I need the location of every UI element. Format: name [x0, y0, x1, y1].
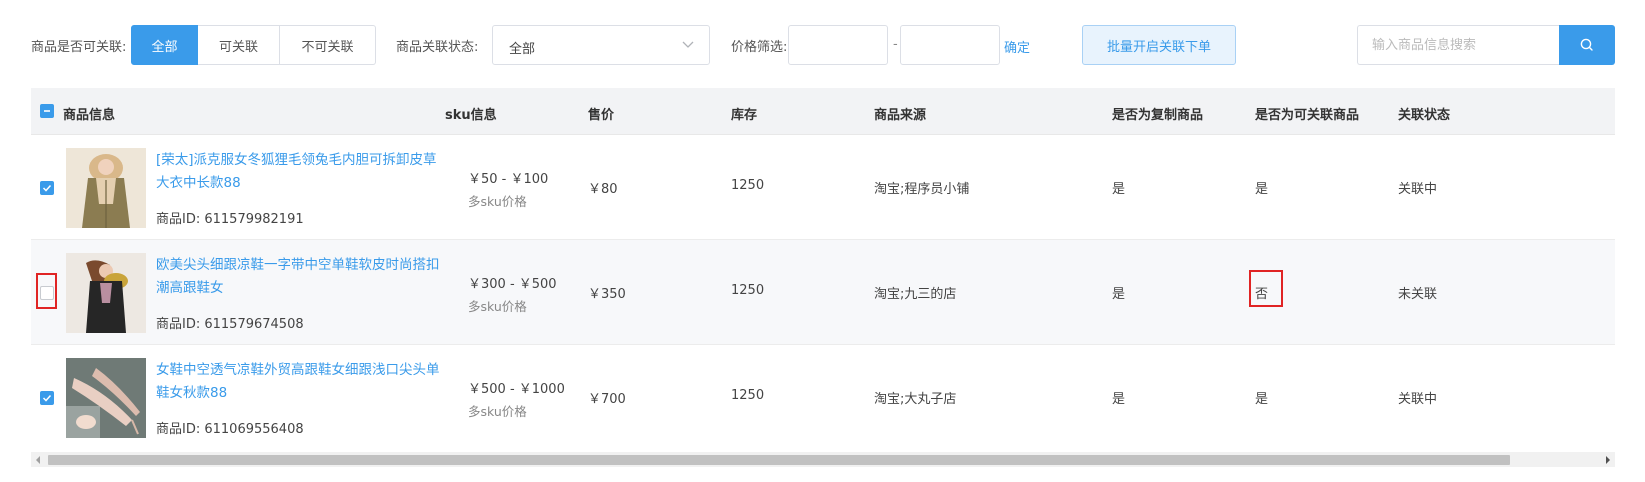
stock-value: 1250: [731, 283, 765, 298]
high-heels-image-icon: [66, 358, 146, 438]
linkable-option-all[interactable]: 全部: [131, 25, 198, 65]
table-row: 欧美尖头细跟凉鞋一字带中空单鞋软皮时尚搭扣潮高跟鞋女 商品ID: 6115796…: [31, 240, 1615, 345]
source-value: 淘宝;大丸子店: [874, 392, 957, 407]
header-product-info: 商品信息: [63, 108, 116, 123]
sku-price-range: ￥50 - ￥100: [468, 172, 549, 187]
link-status-filter-label: 商品关联状态:: [396, 40, 479, 55]
header-source: 商品来源: [874, 108, 927, 123]
source-value: 淘宝;九三的店: [874, 287, 957, 302]
product-thumbnail[interactable]: [66, 253, 146, 333]
select-all-checkbox[interactable]: [40, 104, 54, 118]
product-id: 商品ID: 611579674508: [156, 317, 304, 332]
linkable-filter-label: 商品是否可关联:: [31, 40, 127, 55]
is-copy-value: 是: [1112, 392, 1126, 407]
source-value: 淘宝;程序员小铺: [874, 182, 970, 197]
check-icon: [42, 394, 52, 402]
header-price: 售价: [588, 108, 615, 123]
table-row: [荣太]派克服女冬狐狸毛领兔毛内胆可拆卸皮草大衣中长款88 商品ID: 6115…: [31, 135, 1615, 240]
horizontal-scrollbar[interactable]: [31, 452, 1615, 467]
linkable-option-not-linkable[interactable]: 不可关联: [280, 25, 376, 65]
row-checkbox[interactable]: [40, 391, 54, 405]
price-value: ￥80: [588, 182, 618, 197]
link-status-value: 关联中: [1398, 182, 1438, 197]
link-status-select[interactable]: 全部: [492, 25, 710, 65]
sku-note: 多sku价格: [468, 404, 527, 419]
table-header: 商品信息 sku信息 售价 库存 商品来源 是否为复制商品 是否为可关联商品 关…: [31, 88, 1615, 135]
scrollbar-thumb[interactable]: [48, 455, 1510, 465]
product-id: 商品ID: 611069556408: [156, 422, 304, 437]
header-stock: 库存: [731, 108, 758, 123]
scroll-right-arrow-icon[interactable]: [1606, 456, 1610, 464]
price-range-dash: -: [893, 37, 898, 52]
product-thumbnail[interactable]: [66, 358, 146, 438]
price-confirm-link[interactable]: 确定: [1004, 37, 1030, 56]
product-name-link[interactable]: [荣太]派克服女冬狐狸毛领兔毛内胆可拆卸皮草大衣中长款88: [156, 149, 441, 195]
header-link-status: 关联状态: [1398, 108, 1451, 123]
is-linkable-value: 是: [1255, 182, 1269, 197]
search-button[interactable]: [1559, 25, 1615, 65]
product-search-input[interactable]: [1357, 25, 1559, 65]
product-id: 商品ID: 611579982191: [156, 212, 304, 227]
sku-note: 多sku价格: [468, 299, 527, 314]
chevron-down-icon: [682, 41, 694, 48]
search-icon: [1580, 38, 1593, 51]
product-name-link[interactable]: 欧美尖头细跟凉鞋一字带中空单鞋软皮时尚搭扣潮高跟鞋女: [156, 254, 441, 300]
link-status-value: 未关联: [1398, 287, 1438, 302]
highlight-box: [36, 273, 57, 309]
price-value: ￥700: [588, 392, 626, 407]
is-copy-value: 是: [1112, 287, 1126, 302]
highlight-box: [1249, 270, 1283, 307]
sku-note: 多sku价格: [468, 194, 527, 209]
black-coat-image-icon: [66, 253, 146, 333]
scroll-left-arrow-icon[interactable]: [36, 456, 40, 464]
fur-coat-image-icon: [66, 148, 146, 228]
header-is-copy: 是否为复制商品: [1112, 108, 1204, 123]
filter-bar: 商品是否可关联: 全部 可关联 不可关联 商品关联状态: 全部 价格筛选: - …: [0, 0, 1645, 88]
product-name-link[interactable]: 女鞋中空透气凉鞋外贸高跟鞋女细跟浅口尖头单鞋女秋款88: [156, 359, 441, 405]
stock-value: 1250: [731, 388, 765, 403]
batch-enable-link-button[interactable]: 批量开启关联下单: [1082, 25, 1236, 65]
is-copy-value: 是: [1112, 182, 1126, 197]
table-row: 女鞋中空透气凉鞋外贸高跟鞋女细跟浅口尖头单鞋女秋款88 商品ID: 611069…: [31, 345, 1615, 450]
price-value: ￥350: [588, 287, 626, 302]
price-max-input[interactable]: [900, 25, 1000, 65]
linkable-segmented-control: 全部 可关联 不可关联: [131, 25, 376, 65]
sku-price-range: ￥500 - ￥1000: [468, 382, 565, 397]
link-status-select-value: 全部: [509, 42, 536, 57]
minus-icon: [44, 110, 50, 112]
linkable-option-linkable[interactable]: 可关联: [198, 25, 280, 65]
price-min-input[interactable]: [788, 25, 888, 65]
header-is-linkable: 是否为可关联商品: [1255, 108, 1360, 123]
check-icon: [42, 184, 52, 192]
sku-price-range: ￥300 - ￥500: [468, 277, 557, 292]
price-filter-label: 价格筛选:: [731, 40, 788, 55]
link-status-value: 关联中: [1398, 392, 1438, 407]
header-sku-info: sku信息: [445, 108, 497, 123]
is-linkable-value: 是: [1255, 392, 1269, 407]
product-thumbnail[interactable]: [66, 148, 146, 228]
row-checkbox[interactable]: [40, 181, 54, 195]
stock-value: 1250: [731, 178, 765, 193]
product-table: 商品信息 sku信息 售价 库存 商品来源 是否为复制商品 是否为可关联商品 关…: [31, 88, 1615, 450]
